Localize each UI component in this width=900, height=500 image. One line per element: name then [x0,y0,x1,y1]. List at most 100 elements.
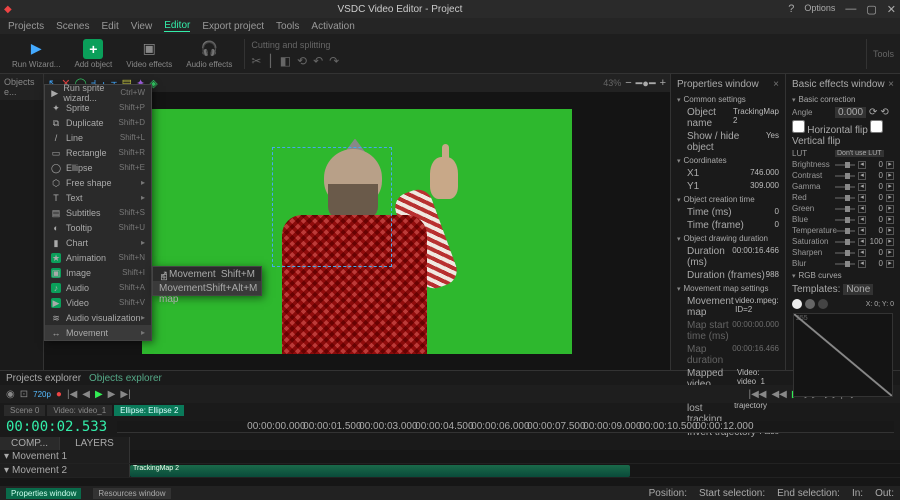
zoom-out-icon[interactable]: − [625,77,631,89]
menu-export[interactable]: Export project [202,21,264,32]
slider-saturation: Saturation◂100▸ [788,236,898,247]
menu-edit[interactable]: Edit [101,21,118,32]
rgb-curves-graph[interactable]: 255 [793,313,893,397]
layers-button[interactable]: LAYERS [75,438,114,449]
slider-red: Red◂0▸ [788,192,898,203]
track-header: ▾Movement 2 [0,464,130,477]
rewind-icon[interactable]: ◀◀ [771,389,786,400]
menu-item-run-sprite-wizard-[interactable]: ▶Run sprite wizard...Ctrl+W [45,85,151,100]
prev-frame-icon[interactable]: |◀ [67,389,77,400]
submenu-item-movement-map[interactable]: ⊞Movement mapShift+Alt+M [153,281,261,295]
skip-start-icon[interactable]: |◀◀ [749,389,767,400]
undo-icon[interactable]: ↶ [313,54,323,68]
menu-item-tooltip[interactable]: ◐TooltipShift+U [45,220,151,235]
section-movemap[interactable]: Movement map settings [673,282,783,295]
vflip-checkbox[interactable] [870,120,883,133]
timeline-tab-scene[interactable]: Scene 0 [4,405,45,416]
menu-item-audio-visualization[interactable]: ≋Audio visualization▸ [45,310,151,325]
objects-explorer-title: Objects e... [0,74,43,100]
menu-item-rectangle[interactable]: ▭RectangleShift+R [45,145,151,160]
step-fwd-icon[interactable]: ▶ [108,389,116,400]
section-common[interactable]: Common settings [673,93,783,106]
run-wizard-button[interactable]: ▶ Run Wizard... [6,37,66,71]
menu-item-ellipse[interactable]: ◯EllipseShift+E [45,160,151,175]
rgb-grey-icon[interactable] [805,299,815,309]
properties-close-icon[interactable]: × [773,79,779,90]
zoom-fit-icon[interactable]: ⊡ [20,389,28,400]
slider-green: Green◂0▸ [788,203,898,214]
zoom-in-icon[interactable]: + [660,77,666,89]
rgb-white-icon[interactable] [792,299,802,309]
video-canvas[interactable] [142,109,572,354]
menu-item-subtitles[interactable]: ▤SubtitlesShift+S [45,205,151,220]
menu-scenes[interactable]: Scenes [56,21,89,32]
projects-explorer-tab[interactable]: Projects explorer [6,373,81,384]
menubar: Projects Scenes Edit View Editor Export … [0,18,900,34]
section-rgb[interactable]: RGB curves [788,269,898,282]
rotate-ccw-icon[interactable]: ⟲ [880,107,888,118]
minimize-button[interactable]: — [845,3,856,16]
menu-editor[interactable]: Editor [164,20,190,32]
wizard-icon: ▶ [26,39,46,59]
menu-tools[interactable]: Tools [276,21,299,32]
play-icon[interactable]: ▶ [95,389,103,400]
help-icon[interactable]: ? [788,3,794,16]
main-toolbar: ▶ Run Wizard... + Add object ▣ Video eff… [0,34,900,74]
menu-item-animation[interactable]: ★AnimationShift+N [45,250,151,265]
movement-submenu: ↗MovementShift+M⊞Movement mapShift+Alt+M [152,266,262,296]
menu-item-line[interactable]: /LineShift+L [45,130,151,145]
record-icon[interactable]: ● [56,389,62,400]
resolution-select[interactable]: 720p [33,390,51,399]
menu-view[interactable]: View [131,21,153,32]
menu-item-chart[interactable]: ▮Chart▸ [45,235,151,250]
slider-brightness: Brightness◂0▸ [788,159,898,170]
video-fx-icon: ▣ [139,39,159,59]
crop-icon[interactable]: ◧ [280,54,291,68]
split-icon[interactable]: ⎮ [267,54,273,68]
audio-effects-button[interactable]: 🎧 Audio effects [180,37,238,71]
rgb-dark-icon[interactable] [818,299,828,309]
timecode-display: 00:00:02.533 [6,419,107,435]
section-coords[interactable]: Coordinates [673,154,783,167]
menu-item-duplicate[interactable]: ⧉DuplicateShift+D [45,115,151,130]
status-tab-resources[interactable]: Resources window [93,488,170,499]
rotate-icon[interactable]: ⟲ [297,54,307,68]
rotate-cw-icon[interactable]: ⟳ [869,107,877,118]
objects-explorer-tab[interactable]: Objects explorer [89,373,162,384]
next-frame-icon[interactable]: ▶| [120,389,130,400]
maximize-button[interactable]: ▢ [866,3,876,16]
menu-item-video[interactable]: ▶VideoShift+V [45,295,151,310]
menu-projects[interactable]: Projects [8,21,44,32]
titlebar: ◆ VSDC Video Editor - Project ? Options … [0,0,900,18]
effects-close-icon[interactable]: × [888,79,894,90]
properties-title: Properties window [677,79,759,90]
cutting-label: Cutting and splitting [251,40,860,54]
timeline-ruler[interactable]: 00:00:00.00000:00:01.50000:00:03.00000:0… [117,421,894,433]
slider-gamma: Gamma◂0▸ [788,181,898,192]
slider-sharpen: Sharpen◂0▸ [788,247,898,258]
menu-activation[interactable]: Activation [311,21,354,32]
section-basic[interactable]: Basic correction [788,93,898,106]
comp-button[interactable]: COMP... [11,438,48,449]
step-back-icon[interactable]: ◀ [82,389,90,400]
menu-item-image[interactable]: ▣ImageShift+I [45,265,151,280]
video-effects-button[interactable]: ▣ Video effects [120,37,178,71]
add-object-button[interactable]: + Add object [68,37,118,71]
timeline-tab-video[interactable]: Video: video_1 [47,405,112,416]
menu-item-movement[interactable]: ↔Movement▸ [45,325,151,340]
hflip-checkbox[interactable] [792,120,805,133]
section-drawing[interactable]: Object drawing duration [673,232,783,245]
menu-item-text[interactable]: TText▸ [45,190,151,205]
cut-icon[interactable]: ✂ [251,54,261,68]
zoom-slider[interactable]: ━●━ [636,77,656,90]
timeline-tab-ellipse[interactable]: Ellipse: Ellipse 2 [114,405,184,416]
timeline-clip[interactable]: TrackingMap 2 [130,465,630,477]
section-creation[interactable]: Object creation time [673,193,783,206]
loop-icon[interactable]: ◉ [6,389,15,400]
menu-item-audio[interactable]: ♪AudioShift+A [45,280,151,295]
close-button[interactable]: ✕ [887,3,896,16]
redo-icon[interactable]: ↷ [329,54,339,68]
status-tab-properties[interactable]: Properties window [6,488,81,499]
options-button[interactable]: Options [804,3,835,16]
menu-item-free-shape[interactable]: ⬡Free shape▸ [45,175,151,190]
